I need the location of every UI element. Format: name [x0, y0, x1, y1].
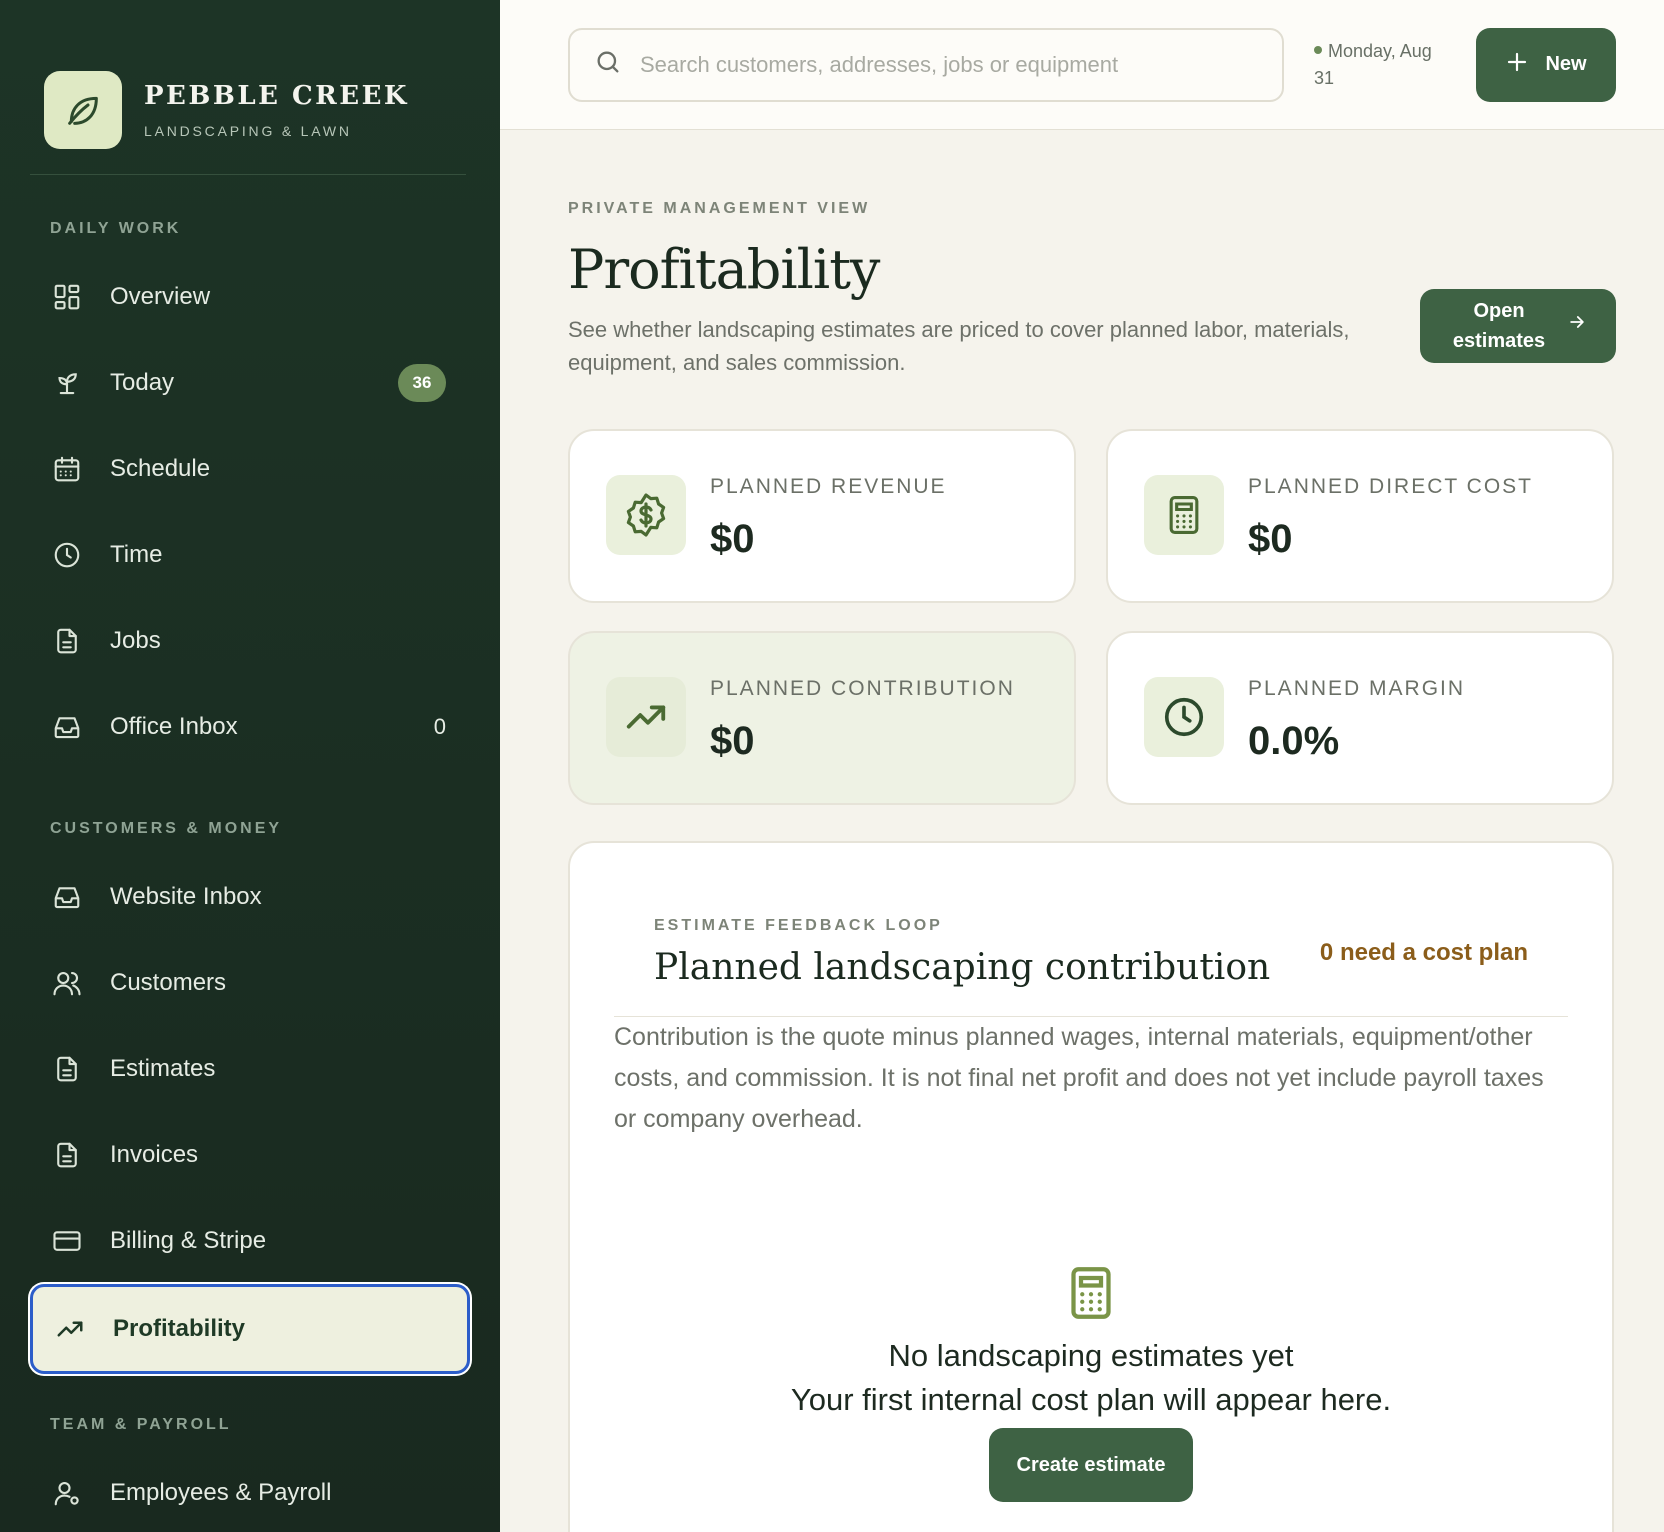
stats-grid: PLANNED REVENUE $0 PLANNED DIRECT COST $… [568, 429, 1616, 805]
panel-title: Planned landscaping contribution [654, 947, 1271, 988]
nav-section-customers-money: CUSTOMERS & MONEY [50, 820, 283, 837]
stat-value: $0 [710, 719, 755, 763]
sidebar-item-label: Invoices [110, 1141, 199, 1168]
stat-label: PLANNED REVENUE [710, 475, 947, 498]
sidebar-item-label: Customers [110, 969, 227, 996]
clock-icon [1144, 677, 1224, 757]
sidebar-item-employees[interactable]: Employees & Payroll [30, 1450, 470, 1532]
topbar: Monday, Aug 31 New [500, 0, 1664, 130]
document-icon [50, 624, 84, 658]
panel-description: Contribution is the quote minus planned … [614, 1023, 1544, 1133]
contribution-panel: ESTIMATE FEEDBACK LOOP Planned landscapi… [568, 841, 1614, 1532]
nav-section-daily-work: DAILY WORK [50, 220, 182, 237]
grid-icon [50, 280, 84, 314]
calendar-icon [50, 452, 84, 486]
sidebar-item-label: Billing & Stripe [110, 1227, 267, 1254]
sidebar-item-overview[interactable]: Overview [30, 254, 470, 340]
stat-card-planned-direct-cost: PLANNED DIRECT COST $0 [1106, 429, 1614, 603]
new-button-label: New [1545, 53, 1587, 75]
page-content: PRIVATE MANAGEMENT VIEW Profitability Se… [500, 130, 1664, 1532]
stat-card-planned-contribution: PLANNED CONTRIBUTION $0 [568, 631, 1076, 805]
calculator-icon [1061, 1263, 1121, 1328]
brand-subtitle: LANDSCAPING & LAWN [144, 122, 352, 139]
calculator-icon [1144, 475, 1224, 555]
leaf-logo-icon [44, 70, 122, 149]
page-description: See whether landscaping estimates are pr… [568, 317, 1350, 375]
nav-section-team-payroll: TEAM & PAYROLL [50, 1416, 232, 1433]
sidebar-item-website-inbox[interactable]: Website Inbox [30, 854, 470, 940]
user-cog-icon [50, 1476, 84, 1510]
sidebar-item-schedule[interactable]: Schedule [30, 426, 470, 512]
sidebar-item-billing[interactable]: Billing & Stripe [30, 1198, 470, 1284]
plus-icon [1505, 50, 1529, 80]
stat-value: 0.0% [1248, 719, 1340, 763]
sidebar-item-office-inbox[interactable]: Office Inbox 0 [30, 684, 470, 770]
date-text: Monday, Aug 31 [1314, 40, 1432, 88]
stat-label: PLANNED MARGIN [1248, 677, 1466, 700]
office-inbox-count: 0 [433, 714, 446, 739]
empty-state-subtitle: Your first internal cost plan will appea… [790, 1382, 1392, 1417]
sidebar-item-label: Schedule [110, 455, 211, 482]
stat-card-planned-revenue: PLANNED REVENUE $0 [568, 429, 1076, 603]
clock-icon [50, 538, 84, 572]
status-dot [1314, 45, 1322, 54]
sidebar-item-today[interactable]: Today 36 [30, 340, 470, 426]
cost-plan-flag: 0 need a cost plan [1319, 939, 1528, 966]
sidebar-item-label: Overview [110, 283, 211, 310]
trending-up-icon [606, 677, 686, 757]
sidebar-item-customers[interactable]: Customers [30, 940, 470, 1026]
sidebar-item-label: Website Inbox [110, 883, 262, 910]
stat-card-planned-margin: PLANNED MARGIN 0.0% [1106, 631, 1614, 805]
sidebar-item-label: Jobs [110, 627, 161, 654]
sidebar-item-label: Time [110, 541, 163, 568]
stat-value: $0 [710, 517, 755, 561]
sidebar-item-label: Profitability [113, 1315, 246, 1342]
main-content: Monday, Aug 31 New PRIVATE MANAGEMENT VI… [500, 0, 1664, 1532]
dollar-badge-icon [606, 475, 686, 555]
stat-value: $0 [1248, 517, 1293, 561]
sidebar-item-estimates[interactable]: Estimates [30, 1026, 470, 1112]
sidebar-item-time[interactable]: Time [30, 512, 470, 598]
open-estimates-button[interactable]: Open estimates [1420, 289, 1616, 363]
sprout-icon [50, 366, 84, 400]
brand-name: PEBBLE CREEK [144, 80, 410, 111]
search-icon [594, 48, 622, 81]
sidebar-item-label: Office Inbox [110, 713, 238, 740]
search-input[interactable] [640, 51, 1260, 78]
document-icon [50, 1138, 84, 1172]
sidebar-item-label: Employees & Payroll [110, 1479, 332, 1506]
panel-eyebrow: ESTIMATE FEEDBACK LOOP [654, 917, 943, 934]
sidebar-item-profitability[interactable]: Profitability [30, 1284, 470, 1374]
current-date: Monday, Aug 31 [1314, 38, 1444, 92]
sidebar: PEBBLE CREEK LANDSCAPING & LAWN DAILY WO… [0, 0, 500, 1532]
empty-state: No landscaping estimates yet Your first … [570, 1263, 1612, 1502]
page-eyebrow: PRIVATE MANAGEMENT VIEW [568, 200, 871, 217]
document-icon [50, 1052, 84, 1086]
inbox-icon [50, 710, 84, 744]
sidebar-item-label: Today [110, 369, 175, 396]
arrow-right-icon [1567, 311, 1587, 341]
app-root: PEBBLE CREEK LANDSCAPING & LAWN DAILY WO… [0, 0, 1664, 1532]
today-count-badge: 36 [398, 364, 446, 402]
trending-up-icon [53, 1312, 87, 1346]
brand-divider [30, 174, 466, 175]
open-estimates-label: Open estimates [1452, 300, 1546, 352]
create-estimate-button[interactable]: Create estimate [989, 1428, 1193, 1502]
inbox-icon [50, 880, 84, 914]
stat-label: PLANNED DIRECT COST [1248, 475, 1533, 498]
sidebar-item-label: Estimates [110, 1055, 216, 1082]
users-icon [50, 966, 84, 1000]
new-button[interactable]: New [1476, 27, 1616, 102]
empty-state-title: No landscaping estimates yet [888, 1338, 1294, 1373]
credit-card-icon [50, 1224, 84, 1258]
sidebar-item-jobs[interactable]: Jobs [30, 598, 470, 684]
search-box[interactable] [568, 27, 1284, 102]
brand[interactable]: PEBBLE CREEK LANDSCAPING & LAWN [0, 0, 500, 174]
stat-label: PLANNED CONTRIBUTION [710, 677, 1015, 700]
sidebar-item-invoices[interactable]: Invoices [30, 1112, 470, 1198]
